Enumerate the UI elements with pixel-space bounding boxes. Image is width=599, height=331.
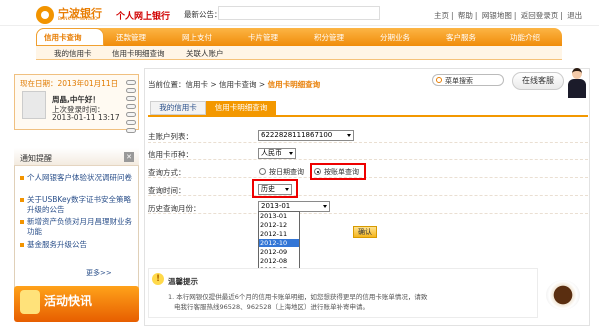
chevron-down-icon (289, 152, 293, 155)
gift-icon (20, 290, 40, 314)
tab-underline (148, 115, 588, 117)
radio-by-date[interactable] (259, 168, 266, 175)
tips-text: 1. 本行网银仅提供最近6个月的信用卡账单明细，如您想获得更早的信用卡账单情况，… (168, 293, 428, 301)
breadcrumb: 当前位置：信用卡 > 信用卡查询 > 信用卡明细查询 (148, 79, 320, 90)
tab-my-card[interactable]: 我的信用卡 (150, 101, 206, 115)
top-links: 主页 | 帮助 | 网银地图 | 返回登录页 | 退出 (434, 11, 583, 20)
sitemap-link[interactable]: 网银地图 (482, 11, 512, 20)
service-agent-icon (566, 68, 588, 98)
service-name: 个人网上银行 (116, 12, 171, 22)
history-month-label: 历史查询月份： (148, 204, 201, 213)
sub-nav: 我的信用卡 信用卡明细查询 关联人账户 (36, 46, 562, 60)
notice-label: 最新公告： (184, 10, 222, 19)
tab-detail-query[interactable]: 信用卡明细查询 (206, 101, 276, 115)
radio-by-date-label: 按日期查询 (269, 168, 304, 176)
month-option[interactable]: 2013-01 (259, 212, 299, 220)
nav-item-installment[interactable]: 分期业务 (380, 32, 410, 43)
main-nav: 信用卡查询 还款管理 网上支付 卡片管理 积分管理 分期业务 客户服务 功能介绍 (36, 28, 562, 46)
highlight-box (310, 163, 366, 180)
notice-item[interactable]: 基金服务升级公告 (20, 240, 135, 250)
notice-item[interactable]: 个人网银客户体验状况调研问卷 (20, 173, 135, 183)
online-service-button[interactable]: 在线客服 (512, 72, 564, 90)
close-icon[interactable]: ✕ (124, 152, 134, 162)
promo-label: 活动快讯 (44, 294, 93, 308)
currency-label: 信用卡币种： (148, 150, 193, 159)
bank-name-en: BANK OF NINGBO (58, 17, 98, 22)
home-link[interactable]: 主页 (434, 11, 449, 20)
highlight-box (252, 179, 298, 198)
nav-item-credit-query[interactable]: 信用卡查询 (44, 32, 82, 43)
month-option[interactable]: 2012-09 (259, 248, 299, 256)
bank-logo-mark-icon (36, 6, 54, 24)
form-row (148, 161, 588, 178)
confirm-button[interactable]: 确认 (353, 226, 377, 238)
chevron-down-icon (347, 134, 351, 137)
form-row (148, 197, 588, 214)
breadcrumb-prefix: 当前位置：信用卡 > 信用卡查询 > (148, 80, 266, 89)
form-row (148, 126, 588, 143)
back-login-link[interactable]: 返回登录页 (521, 11, 559, 20)
subnav-detail-query[interactable]: 信用卡明细查询 (112, 48, 165, 59)
nav-item-online-pay[interactable]: 网上支付 (182, 32, 212, 43)
avatar (22, 91, 46, 119)
currency-select[interactable]: 人民币 (258, 148, 296, 159)
notice-ticker[interactable] (218, 6, 380, 20)
more-link[interactable]: 更多>> (86, 268, 112, 278)
chevron-down-icon (323, 205, 327, 208)
search-icon (436, 77, 442, 83)
current-date: 现在日期：2013年01月11日 (20, 79, 119, 88)
form-row (148, 179, 588, 196)
nav-item-customer-service[interactable]: 客户服务 (446, 32, 476, 43)
breadcrumb-current: 信用卡明细查询 (267, 80, 321, 89)
coffee-cup-icon (540, 268, 588, 320)
nav-item-features[interactable]: 功能介绍 (510, 32, 540, 43)
query-method-label: 查询方式： (148, 168, 186, 177)
help-link[interactable]: 帮助 (458, 11, 473, 20)
notebook-spiral-icon (126, 80, 138, 140)
month-option[interactable]: 2012-12 (259, 221, 299, 229)
month-option-highlighted[interactable]: 2012-10 (259, 239, 299, 248)
notice-item[interactable]: 新增资产负债对月月昌理财业务功能 (20, 217, 135, 237)
tips-text: 电我行客服热线96528、962528（上海地区）进行账单补寄申请。 (174, 303, 369, 311)
query-time-label: 查询时间： (148, 186, 186, 195)
last-login-time: 2013-01-11 13:17 (52, 113, 120, 122)
month-option[interactable]: 2012-11 (259, 230, 299, 238)
month-option[interactable]: 2012-08 (259, 257, 299, 265)
account-select[interactable]: 6222828111867100 (258, 130, 354, 141)
subnav-my-card[interactable]: 我的信用卡 (54, 48, 92, 59)
subnav-related-account[interactable]: 关联人账户 (186, 48, 224, 59)
menu-search-label: 菜单搜索 (445, 77, 473, 85)
notice-item[interactable]: 关于USBKey数字证书安全策略升级的公告 (20, 195, 135, 215)
nav-item-card-manage[interactable]: 卡片管理 (248, 32, 278, 43)
nav-item-repayment[interactable]: 还款管理 (116, 32, 146, 43)
bank-logo[interactable]: 宁波银行 BANK OF NINGBO 个人网上银行 (36, 4, 176, 24)
notice-panel-title: 通知提醒 (20, 154, 52, 163)
info-icon: ! (152, 273, 164, 285)
form-row (148, 143, 588, 160)
tips-title: 温馨提示 (168, 277, 198, 286)
logout-link[interactable]: 退出 (567, 11, 582, 20)
account-label: 主账户列表： (148, 132, 193, 141)
nav-item-points[interactable]: 积分管理 (314, 32, 344, 43)
